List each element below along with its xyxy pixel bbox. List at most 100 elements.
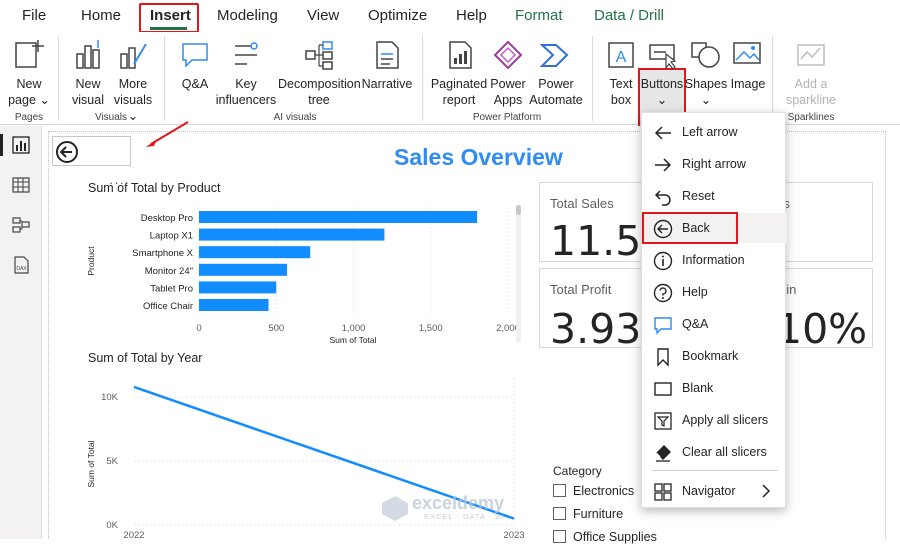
card-orders[interactable]: rs [773, 182, 873, 262]
ribbon-separator [164, 36, 165, 121]
menu-item-information[interactable]: Information [642, 245, 787, 275]
slicer-item-furniture[interactable]: Furniture [553, 507, 623, 521]
group-sparklines-label: Sparklines [787, 112, 835, 123]
checkbox[interactable] [553, 484, 566, 497]
left-arrow-icon [654, 126, 671, 140]
shapes-button[interactable]: Shapes ⌄ [684, 76, 728, 108]
back-icon [56, 141, 78, 163]
new-visual-button[interactable]: New visual [66, 76, 110, 108]
model-view-icon[interactable] [12, 216, 30, 234]
clear-slicers-icon [655, 445, 671, 462]
qa-icon [182, 43, 208, 68]
menu-help[interactable]: Help [456, 7, 487, 24]
ribbon-separator [592, 36, 593, 121]
x-tick-label: 500 [268, 323, 284, 334]
menu-item-clear-all-slicers[interactable]: Clear all slicers [642, 437, 787, 467]
text-box-icon: A [608, 42, 634, 68]
menu-file[interactable]: File [22, 7, 46, 24]
qa-icon [654, 317, 672, 335]
y-tick-label: 0K [106, 520, 118, 531]
slicer-item-electronics[interactable]: Electronics [553, 484, 634, 498]
reset-icon [654, 190, 671, 206]
help-icon [653, 283, 673, 303]
menu-item-apply-all-slicers[interactable]: Apply all slicers [642, 405, 787, 435]
rail-active-indicator [0, 134, 3, 156]
more-visuals-icon [120, 43, 147, 69]
x-tick-label: 1,500 [419, 323, 443, 334]
menu-data-drill[interactable]: Data / Drill [594, 7, 664, 24]
bar [199, 246, 311, 259]
paginated-report-icon [449, 41, 472, 69]
key-influencers-button[interactable]: Key influencers [214, 76, 278, 108]
bar [199, 263, 288, 276]
line-chart-title: Sum of Total by Year [88, 351, 203, 365]
power-apps-icon [493, 40, 523, 70]
bar-chart-title: Sum of Total by Product [88, 181, 221, 195]
svg-text:A: A [616, 49, 627, 66]
exceldemy-logo-icon [382, 496, 408, 521]
group-ai-visuals-label: AI visuals [273, 112, 317, 123]
checkbox[interactable] [553, 507, 566, 520]
qa-button[interactable]: Q&A [176, 76, 214, 92]
menu-item-right-arrow[interactable]: Right arrow [642, 149, 787, 179]
x-axis-title: Sum of Total [329, 335, 376, 345]
menu-item-blank[interactable]: Blank [642, 373, 787, 403]
decomposition-tree-button[interactable]: Decomposition tree [278, 76, 361, 108]
card-total-sales[interactable]: Total Sales 11.53 [539, 182, 667, 265]
menu-item-navigator[interactable]: Navigator [642, 476, 787, 506]
svg-text:DAX: DAX [16, 266, 27, 272]
menu-item-qa[interactable]: Q&A [642, 309, 787, 339]
dax-query-view-icon[interactable]: DAX [12, 256, 30, 274]
navigator-icon [654, 483, 672, 501]
new-visual-icon [76, 40, 100, 69]
watermark-tagline: EXCEL · DATA · BI [424, 512, 505, 521]
x-tick-label: 2023 [503, 530, 524, 539]
menu-modeling[interactable]: Modeling [217, 7, 278, 24]
menu-view[interactable]: View [307, 7, 339, 24]
x-tick-label: 1,000 [342, 323, 366, 334]
back-button-visual[interactable] [52, 136, 131, 166]
report-view-icon[interactable] [12, 136, 30, 154]
menu-format[interactable]: Format [515, 7, 563, 24]
text-box-button[interactable]: Text box [602, 76, 640, 108]
narrative-button[interactable]: Narrative [360, 76, 414, 92]
information-icon [653, 251, 673, 271]
bar-chart-plot: 0 500 1,000 1,500 2,000Desktop ProLaptop X1S… [86, 207, 520, 345]
buttons-icon [649, 44, 677, 70]
back-highlight-box [642, 212, 738, 244]
new-page-icon [15, 40, 44, 68]
menu-item-bookmark[interactable]: Bookmark [642, 341, 787, 371]
menu-item-help[interactable]: Help [642, 277, 787, 307]
right-arrow-icon [655, 158, 672, 172]
power-apps-button[interactable]: Power Apps [488, 76, 528, 108]
card-margin[interactable]: gin 10% [773, 268, 873, 353]
bar [199, 281, 277, 294]
power-automate-icon [540, 44, 569, 67]
menu-separator [652, 470, 778, 471]
bar-chart-scrollbar[interactable] [516, 205, 521, 343]
bar [199, 211, 478, 223]
more-options-icon[interactable]: ··· [109, 175, 125, 190]
ribbon-separator [422, 36, 423, 121]
group-power-platform-label: Power Platform [472, 112, 542, 123]
watermark: exceldemy [412, 493, 505, 513]
category-label: Monitor 24" [145, 266, 193, 277]
new-page-button[interactable]: New page ⌄ [6, 76, 52, 108]
checkbox[interactable] [553, 530, 566, 543]
apply-slicers-icon [654, 412, 672, 430]
add-sparkline-button[interactable]: Add a sparkline [782, 76, 840, 108]
bar [199, 299, 269, 311]
menu-optimize[interactable]: Optimize [368, 7, 427, 24]
menu-home[interactable]: Home [81, 7, 121, 24]
power-automate-button[interactable]: Power Automate [528, 76, 584, 108]
ribbon-separator [58, 36, 59, 121]
menu-item-reset[interactable]: Reset [642, 181, 787, 211]
image-icon [733, 42, 761, 64]
menu-item-left-arrow[interactable]: Left arrow [642, 117, 787, 147]
slicer-item-office-supplies[interactable]: Office Supplies [553, 530, 657, 544]
bar [199, 228, 385, 241]
paginated-report-button[interactable]: Paginated report [430, 76, 488, 108]
image-button[interactable]: Image [728, 76, 768, 92]
table-view-icon[interactable] [12, 176, 30, 194]
card-total-profit[interactable]: Total Profit 3.93K [539, 268, 668, 353]
